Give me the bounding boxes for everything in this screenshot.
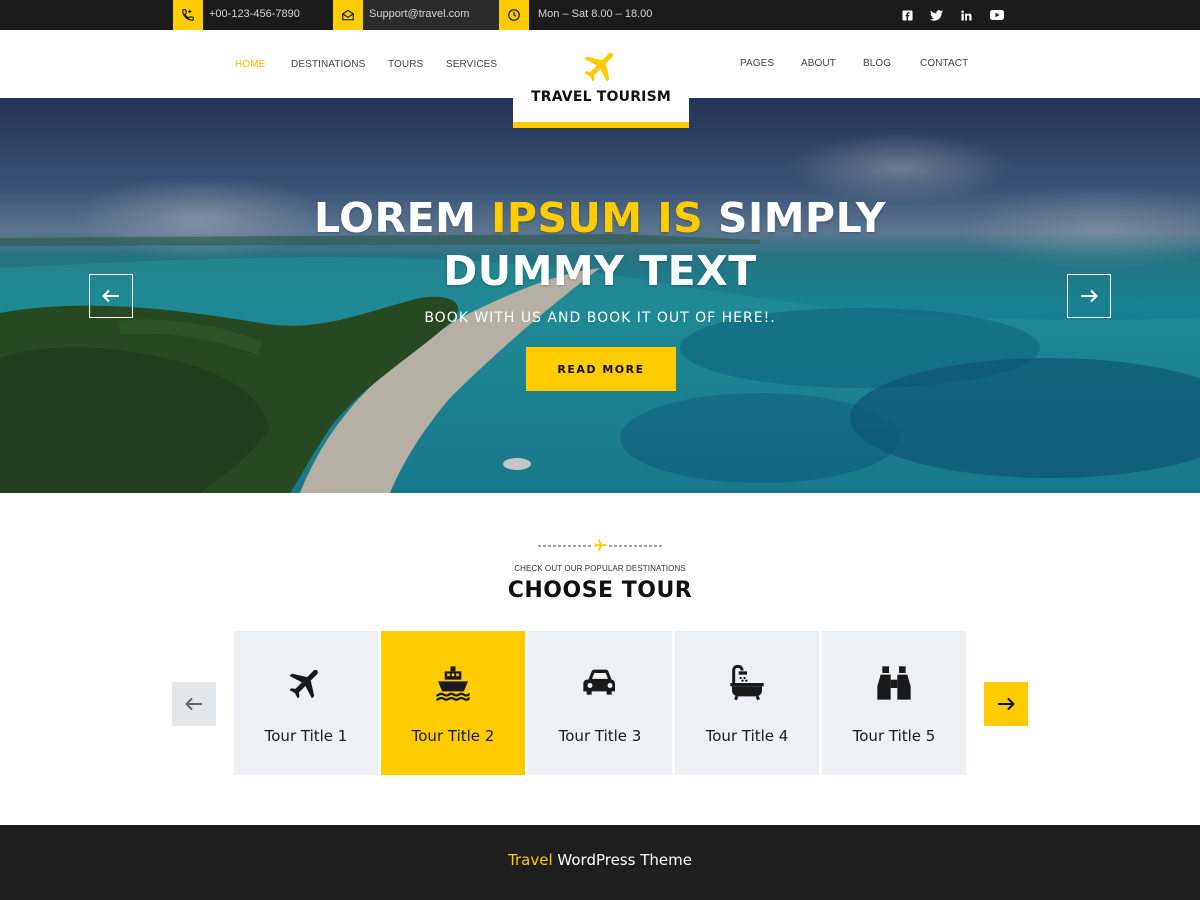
site-footer: Travel WordPress Theme — [0, 825, 1200, 900]
tour-card-title: Tour Title 4 — [705, 727, 789, 745]
car-icon — [583, 669, 615, 695]
top-bar: +00-123-456-7890 Support@travel.com Mon … — [0, 0, 1200, 30]
mail-icon — [333, 0, 363, 30]
tour-card-3[interactable]: Tour Title 3 — [528, 631, 672, 775]
site-logo[interactable]: TRAVEL TOURISM — [513, 30, 689, 128]
youtube-icon[interactable] — [989, 7, 1005, 23]
airplane-icon — [289, 669, 318, 699]
footer-credit-link[interactable]: Travel — [508, 851, 553, 869]
phone-icon — [173, 0, 203, 30]
twitter-icon[interactable] — [928, 7, 944, 23]
plane-divider — [538, 539, 662, 552]
arrow-right-icon — [998, 697, 1015, 711]
nav-tours[interactable]: TOURS — [388, 59, 423, 70]
hero-subtitle: BOOK WITH US AND BOOK IT OUT OF HERE!. — [424, 310, 776, 326]
tours-prev-button[interactable] — [172, 682, 216, 726]
nav-home[interactable]: HOME — [235, 59, 265, 70]
arrow-left-icon — [102, 289, 119, 303]
topbar-email[interactable]: Support@travel.com — [369, 0, 469, 30]
tour-card-title: Tour Title 5 — [852, 727, 936, 745]
footer-credit: Travel WordPress Theme — [508, 851, 692, 869]
hero-title-line1: LOREM IPSUM IS SIMPLY — [314, 194, 886, 242]
clock-icon — [499, 0, 529, 30]
logo-text: TRAVEL TOURISM — [530, 89, 672, 105]
hero-prev-button[interactable] — [89, 274, 133, 318]
read-more-button[interactable]: READ MORE — [526, 347, 676, 391]
tour-card-title: Tour Title 1 — [264, 727, 348, 745]
bathtub-icon — [730, 664, 764, 701]
tour-card-title: Tour Title 2 — [411, 727, 495, 745]
hero-title-highlight: IPSUM IS — [491, 194, 704, 242]
tour-card-title: Tour Title 3 — [558, 727, 642, 745]
nav-destinations[interactable]: DESTINATIONS — [291, 59, 365, 70]
tours-next-button[interactable] — [984, 682, 1028, 726]
nav-blog[interactable]: BLOG — [863, 58, 891, 69]
nav-pages[interactable]: PAGES — [740, 58, 774, 69]
airplane-icon — [594, 539, 607, 552]
nav-contact[interactable]: CONTACT — [920, 58, 968, 69]
arrow-right-icon — [1081, 289, 1098, 303]
nav-services[interactable]: SERVICES — [446, 59, 497, 70]
facebook-icon[interactable] — [899, 7, 915, 23]
tour-card-4[interactable]: Tour Title 4 — [675, 631, 819, 775]
binoculars-icon — [877, 666, 911, 700]
tour-card-5[interactable]: Tour Title 5 — [822, 631, 966, 775]
hero-slider: LOREM IPSUM IS SIMPLY DUMMY TEXT BOOK WI… — [0, 98, 1200, 493]
topbar-phone[interactable]: +00-123-456-7890 — [209, 0, 300, 30]
nav-about[interactable]: ABOUT — [801, 58, 836, 69]
ship-icon — [436, 666, 471, 701]
section-title: CHOOSE TOUR — [507, 578, 693, 603]
tour-card-2[interactable]: Tour Title 2 — [381, 631, 525, 775]
linkedin-icon[interactable] — [958, 7, 974, 23]
arrow-left-icon — [185, 697, 202, 711]
airplane-icon — [584, 52, 613, 82]
tour-card-1[interactable]: Tour Title 1 — [234, 631, 378, 775]
hero-next-button[interactable] — [1067, 274, 1111, 318]
hero-overlay — [0, 98, 1200, 493]
section-kicker: CHECK OUT OUR POPULAR DESTINATIONS — [514, 564, 686, 573]
hero-title-line2: DUMMY TEXT — [443, 247, 757, 295]
topbar-hours: Mon – Sat 8.00 – 18.00 — [538, 8, 653, 20]
